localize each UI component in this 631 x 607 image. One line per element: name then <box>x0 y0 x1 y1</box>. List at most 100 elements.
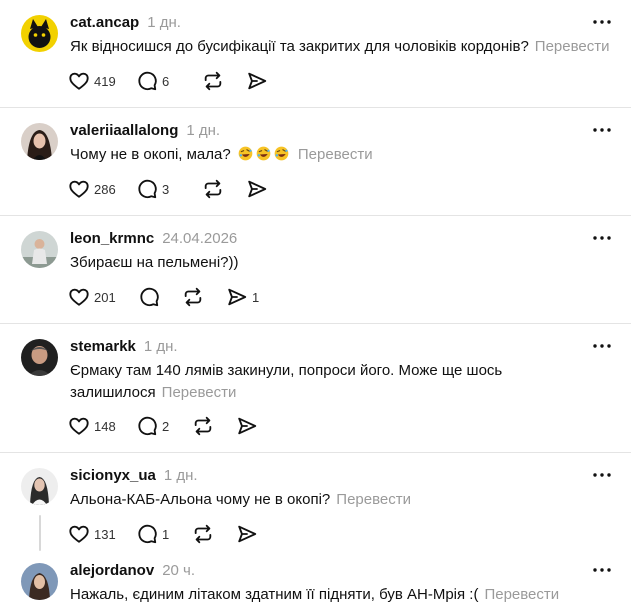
repost-button[interactable] <box>202 70 246 92</box>
translate-link[interactable]: Перевести <box>484 586 559 603</box>
comment-bubble-icon <box>136 70 158 92</box>
timestamp[interactable]: 1 дн. <box>164 467 198 484</box>
more-dots-icon[interactable] <box>591 123 613 137</box>
reply-count: 6 <box>162 73 170 89</box>
comment-actions: 419 6 <box>68 70 290 92</box>
send-arrow-icon <box>246 178 268 200</box>
repost-arrows-icon <box>202 70 224 92</box>
share-button[interactable]: 1 <box>226 286 270 308</box>
like-button[interactable]: 148 <box>68 415 136 437</box>
comment-actions: 131 1 <box>68 523 280 545</box>
like-count: 419 <box>94 73 116 89</box>
send-arrow-icon <box>236 415 258 437</box>
divider <box>0 323 631 324</box>
heart-icon <box>68 523 90 545</box>
comment-body: Альона-КАБ-Альона чому не в окопі? <box>70 491 331 508</box>
share-count: 1 <box>252 289 260 305</box>
comment-bubble-icon <box>136 415 158 437</box>
reply-button[interactable]: 1 <box>136 523 192 545</box>
divider <box>0 107 631 108</box>
timestamp[interactable]: 1 дн. <box>144 338 178 355</box>
more-dots-icon[interactable] <box>591 231 613 245</box>
rolling-laughing-emoji-icon <box>274 146 289 161</box>
comment-body: Чому не в окопі, мала? <box>70 146 231 163</box>
avatar[interactable] <box>21 231 58 268</box>
comment-header: leon_krmnc 24.04.2026 <box>70 230 237 247</box>
share-button[interactable] <box>246 70 290 92</box>
heart-icon <box>68 178 90 200</box>
comment-actions: 286 3 <box>68 178 290 200</box>
repost-arrows-icon <box>182 286 204 308</box>
like-count: 148 <box>94 418 116 434</box>
comment-actions: 148 2 <box>68 415 280 437</box>
avatar[interactable] <box>21 468 58 505</box>
heart-icon <box>68 286 90 308</box>
repost-arrows-icon <box>192 415 214 437</box>
heart-icon <box>68 415 90 437</box>
comment-bubble-icon <box>136 523 158 545</box>
like-count: 131 <box>94 526 116 542</box>
translate-link[interactable]: Перевести <box>336 491 411 508</box>
rolling-laughing-emoji-icon <box>238 146 253 161</box>
comment-text: Чому не в окопі, мала? Перевести <box>70 144 610 166</box>
like-button[interactable]: 419 <box>68 70 136 92</box>
repost-arrows-icon <box>192 523 214 545</box>
reply-button[interactable] <box>138 286 182 308</box>
more-dots-icon[interactable] <box>591 468 613 482</box>
repost-arrows-icon <box>202 178 224 200</box>
send-arrow-icon <box>226 286 248 308</box>
avatar[interactable] <box>21 123 58 160</box>
like-button[interactable]: 286 <box>68 178 136 200</box>
comment-body: Нажаль, єдиним літаком здатним її піднят… <box>70 586 479 603</box>
comment-header: valeriiaallalong 1 дн. <box>70 122 220 139</box>
translate-link[interactable]: Перевести <box>535 38 610 55</box>
repost-button[interactable] <box>182 286 226 308</box>
reply-count: 3 <box>162 181 170 197</box>
reply-button[interactable]: 2 <box>136 415 192 437</box>
share-button[interactable] <box>246 178 290 200</box>
comment-bubble-icon <box>136 178 158 200</box>
thread-line <box>39 515 41 551</box>
username[interactable]: cat.ancap <box>70 14 139 31</box>
comment-body: Збираєш на пельмені?)) <box>70 254 239 271</box>
repost-button[interactable] <box>192 523 236 545</box>
timestamp[interactable]: 20 ч. <box>162 562 195 579</box>
share-button[interactable] <box>236 523 280 545</box>
comment-body-line: Єрмаку там 140 лямів закинули, попроси й… <box>70 362 503 379</box>
username[interactable]: valeriiaallalong <box>70 122 178 139</box>
reply-button[interactable]: 6 <box>136 70 202 92</box>
more-dots-icon[interactable] <box>591 339 613 353</box>
repost-button[interactable] <box>202 178 246 200</box>
translate-link[interactable]: Перевести <box>162 384 237 401</box>
comment-header: sicionyx_ua 1 дн. <box>70 467 198 484</box>
translate-link[interactable]: Перевести <box>298 146 373 163</box>
share-button[interactable] <box>236 415 280 437</box>
comment-header: alejordanov 20 ч. <box>70 562 195 579</box>
more-dots-icon[interactable] <box>591 563 613 577</box>
comment-header: cat.ancap 1 дн. <box>70 14 181 31</box>
more-dots-icon[interactable] <box>591 15 613 29</box>
send-arrow-icon <box>246 70 268 92</box>
timestamp[interactable]: 24.04.2026 <box>162 230 237 247</box>
username[interactable]: alejordanov <box>70 562 154 579</box>
like-button[interactable]: 201 <box>68 286 138 308</box>
reply-button[interactable]: 3 <box>136 178 202 200</box>
like-button[interactable]: 131 <box>68 523 136 545</box>
like-count: 201 <box>94 289 116 305</box>
heart-icon <box>68 70 90 92</box>
avatar[interactable] <box>21 15 58 52</box>
reply-count: 1 <box>162 526 170 542</box>
avatar[interactable] <box>21 563 58 600</box>
comment-body: Як відносишся до бусифікації та закритих… <box>70 38 529 55</box>
repost-button[interactable] <box>192 415 236 437</box>
comment-text: Як відносишся до бусифікації та закритих… <box>70 36 610 58</box>
timestamp[interactable]: 1 дн. <box>147 14 181 31</box>
comment-body-line: залишилося <box>70 384 156 401</box>
username[interactable]: stemarkk <box>70 338 136 355</box>
username[interactable]: sicionyx_ua <box>70 467 156 484</box>
avatar[interactable] <box>21 339 58 376</box>
timestamp[interactable]: 1 дн. <box>186 122 220 139</box>
comment-text: Єрмаку там 140 лямів закинули, попроси й… <box>70 360 610 404</box>
send-arrow-icon <box>236 523 258 545</box>
username[interactable]: leon_krmnc <box>70 230 154 247</box>
